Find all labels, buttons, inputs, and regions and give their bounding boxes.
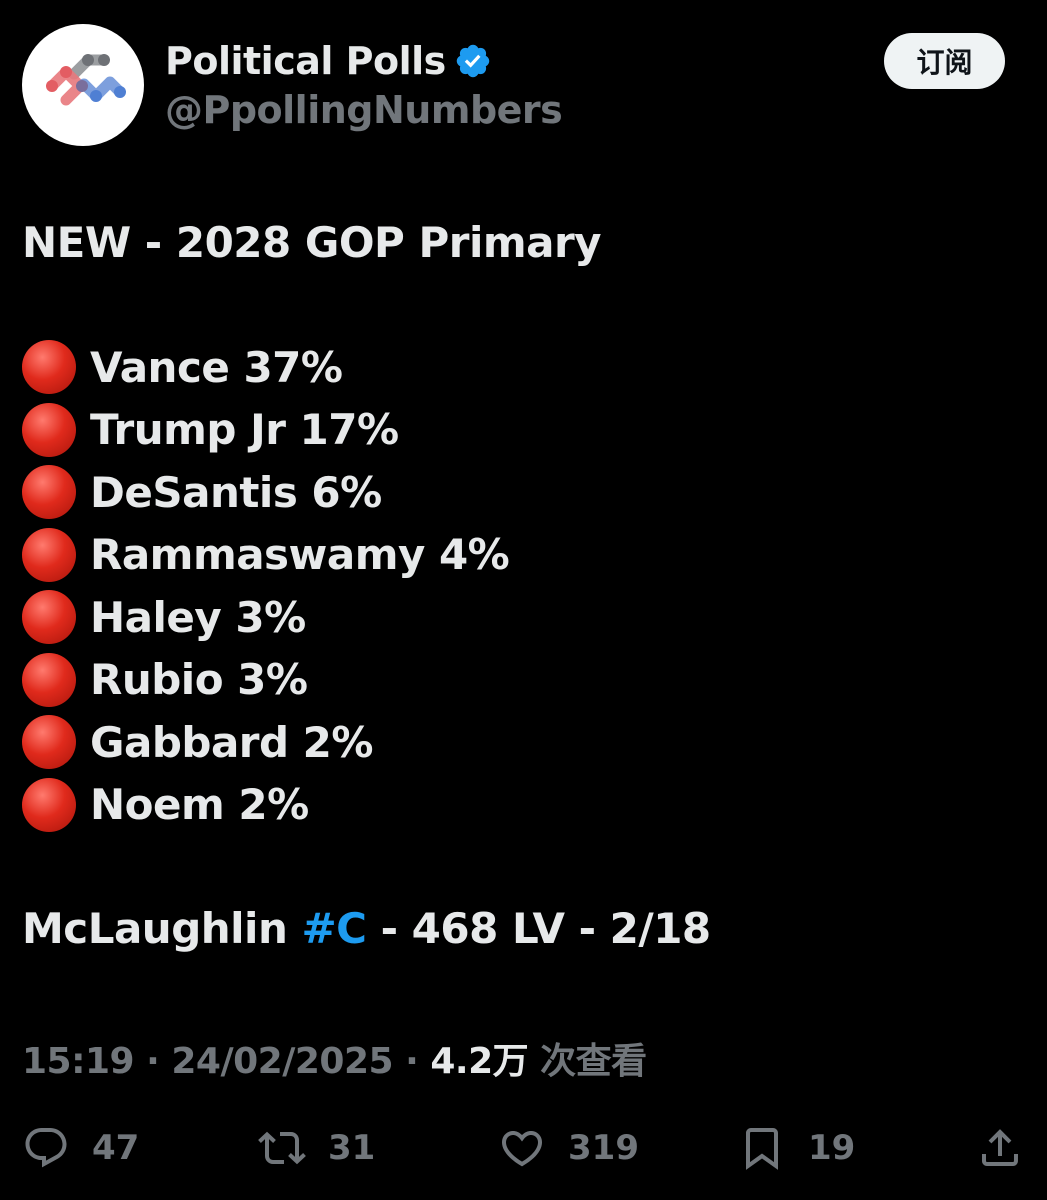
retweet-count: 31 (328, 1128, 376, 1168)
poll-result-text: Vance 37% (90, 342, 343, 392)
avatar[interactable] (22, 24, 144, 146)
list-item: Rammaswamy 4% (22, 524, 510, 587)
bookmark-icon (746, 1128, 778, 1170)
bookmark-button[interactable]: 19 (738, 1120, 855, 1176)
subscribe-button[interactable]: 订阅 (884, 33, 1005, 89)
list-item: Noem 2% (22, 774, 509, 837)
red-circle-icon (22, 652, 76, 707)
poll-result-text: Trump Jr 17% (90, 405, 399, 455)
poll-result-text: DeSantis 6% (90, 467, 382, 517)
like-button[interactable]: 319 (498, 1120, 639, 1176)
like-count: 319 (568, 1128, 639, 1168)
red-circle-icon (22, 527, 76, 582)
political-polls-logo-icon (46, 54, 126, 106)
poll-results-list: Vance 37% Trump Jr 17% DeSantis 6% Ramma… (22, 336, 510, 837)
list-item: Vance 37% (22, 336, 509, 399)
list-item: Rubio 3% (22, 649, 509, 712)
retweet-button[interactable]: 31 (258, 1120, 375, 1176)
list-item: Haley 3% (22, 586, 509, 649)
poll-result-text: Rubio 3% (90, 655, 308, 705)
poll-result-text: Gabbard 2% (90, 717, 374, 767)
red-circle-icon (22, 340, 76, 395)
display-name[interactable]: Political Polls (165, 39, 446, 83)
tweet-date[interactable]: 24/02/2025 (171, 1041, 393, 1082)
hashtag-link[interactable]: #C (301, 904, 367, 953)
source-details: - 468 LV - 2/18 (366, 904, 712, 953)
reply-button[interactable]: 47 (22, 1120, 139, 1176)
poll-result-text: Noem 2% (90, 780, 309, 830)
heart-icon (501, 1131, 543, 1167)
tweet-meta: 15:19 · 24/02/2025 · 4.2万 次查看 (22, 1032, 647, 1084)
list-item: DeSantis 6% (22, 461, 509, 524)
account-handle[interactable]: @PpollingNumbers (165, 88, 563, 132)
poll-result-text: Rammaswamy 4% (90, 530, 510, 580)
bookmark-count: 19 (808, 1128, 856, 1168)
source-text: McLaughlin (22, 904, 302, 953)
share-button[interactable] (976, 1120, 1024, 1176)
retweet-icon (258, 1131, 306, 1165)
list-item: Gabbard 2% (22, 711, 509, 774)
verified-badge-icon (456, 44, 489, 78)
poll-source-line: McLaughlin #C - 468 LV - 2/18 (22, 904, 711, 953)
reply-icon (25, 1128, 67, 1168)
red-circle-icon (22, 590, 76, 645)
views-label: 次查看 (540, 1041, 647, 1082)
author-name-row: Political Polls (165, 38, 492, 84)
red-circle-icon (22, 715, 76, 770)
tweet-time[interactable]: 15:19 (22, 1041, 135, 1082)
red-circle-icon (22, 777, 76, 832)
red-circle-icon (22, 465, 76, 520)
reply-count: 47 (92, 1128, 140, 1168)
action-bar: 47 31 319 19 (0, 1120, 1047, 1176)
tweet-headline: NEW - 2028 GOP Primary (22, 218, 602, 267)
views-count: 4.2万 (430, 1041, 529, 1082)
meta-separator: · (405, 1041, 419, 1082)
poll-result-text: Haley 3% (90, 592, 306, 642)
list-item: Trump Jr 17% (22, 399, 509, 462)
share-icon (982, 1129, 1018, 1166)
meta-separator: · (146, 1041, 160, 1082)
red-circle-icon (22, 402, 76, 457)
